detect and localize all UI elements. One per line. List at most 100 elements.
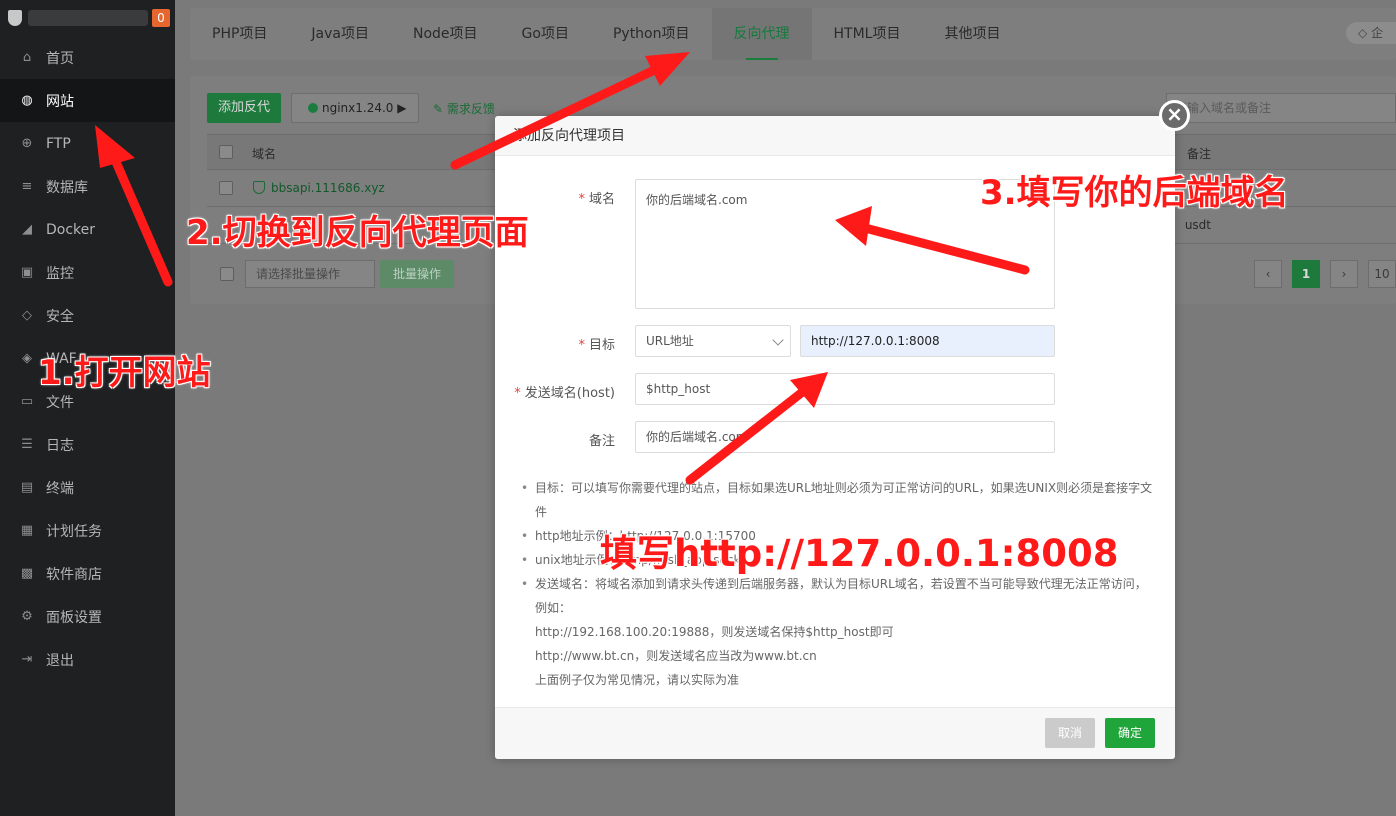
sidebar-item-13[interactable]: ⚙ 面板设置 bbox=[0, 595, 175, 638]
sidebar-item-label: 监控 bbox=[46, 265, 74, 282]
globe-icon: ◍ bbox=[21, 92, 33, 108]
sidebar-item-0[interactable]: ⌂ 首页 bbox=[0, 36, 175, 79]
database-icon: ≡ bbox=[21, 178, 33, 194]
sidebar-item-label: 计划任务 bbox=[46, 523, 102, 540]
sidebar-item-label: FTP bbox=[46, 135, 71, 152]
annotation-step3: 3.填写你的后端域名 bbox=[980, 173, 1289, 213]
page-next-button[interactable]: › bbox=[1330, 260, 1358, 288]
sidebar-item-6[interactable]: ◇ 安全 bbox=[0, 294, 175, 337]
chevron-down-icon bbox=[772, 334, 784, 346]
help-item: http://www.bt.cn，则发送域名应当改为www.bt.cn bbox=[535, 649, 817, 663]
help-item: http://192.168.100.20:19888，则发送域名保持$http… bbox=[535, 625, 894, 639]
row-domain-link[interactable]: bbsapi.111686.xyz bbox=[271, 181, 385, 195]
sidebar-item-label: 软件商店 bbox=[46, 566, 102, 583]
sidebar-item-label: 首页 bbox=[46, 50, 74, 67]
sidebar-item-14[interactable]: ⇥ 退出 bbox=[0, 638, 175, 681]
ssl-shield-icon bbox=[253, 181, 265, 194]
sidebar-item-label: 面板设置 bbox=[46, 609, 102, 626]
row-note[interactable]: usdt bbox=[1185, 218, 1211, 232]
help-item: 目标：可以填写你需要代理的站点，目标如果选URL地址则必须为可正常访问的URL，… bbox=[517, 476, 1157, 524]
add-proxy-button[interactable]: 添加反代 bbox=[207, 93, 281, 123]
sidebar-item-label: 文件 bbox=[46, 394, 74, 411]
sidebar-item-label: 日志 bbox=[46, 437, 74, 454]
tab-4[interactable]: Python项目 bbox=[591, 8, 712, 60]
annotation-step1: 1.打开网站 bbox=[38, 353, 211, 393]
sidebar-item-11[interactable]: ▦ 计划任务 bbox=[0, 509, 175, 552]
remark-label: 备注 bbox=[588, 434, 615, 449]
sidebar-item-3[interactable]: ≡ 数据库 bbox=[0, 165, 175, 208]
target-label: * 目标 bbox=[578, 338, 615, 353]
vip-badge[interactable]: ◇ 企 bbox=[1346, 22, 1396, 44]
project-tabs: PHP项目 Java项目 Node项目 Go项目 Python项目 反向代理 HTML项目其… bbox=[190, 8, 1396, 60]
terminal-icon: ▤ bbox=[20, 479, 34, 495]
confirm-button[interactable]: 确定 bbox=[1105, 718, 1155, 748]
annotation-step2: 2.切换到反向代理页面 bbox=[186, 213, 529, 253]
dialog-footer: 取消 确定 bbox=[495, 707, 1175, 759]
folder-icon: ▭ bbox=[20, 393, 34, 409]
sidebar-item-label: 网站 bbox=[46, 93, 74, 110]
bulk-checkbox[interactable] bbox=[220, 267, 234, 281]
ftp-icon: ⊕ bbox=[21, 135, 33, 151]
server-name-blurred bbox=[28, 10, 148, 26]
remark-input[interactable]: 你的后端域名.com bbox=[635, 421, 1055, 453]
sidebar-header: 0 bbox=[0, 0, 175, 36]
page-size-select[interactable]: 10 bbox=[1368, 260, 1396, 288]
help-item: 发送域名：将域名添加到请求头传递到后端服务器，默认为目标URL域名，若设置不当可… bbox=[517, 572, 1157, 620]
row-checkbox[interactable] bbox=[219, 181, 233, 195]
logout-icon: ⇥ bbox=[21, 651, 33, 667]
sidebar-item-label: 数据库 bbox=[46, 179, 88, 196]
search-input[interactable]: 请输入域名或备注 bbox=[1166, 93, 1396, 123]
log-icon: ☰ bbox=[21, 436, 33, 452]
pagination: ‹ 1 › 10 bbox=[1254, 260, 1396, 288]
monitor-icon: ▣ bbox=[20, 264, 34, 280]
sidebar-item-1[interactable]: ◍ 网站 bbox=[0, 79, 175, 122]
sidebar-item-label: 终端 bbox=[46, 480, 74, 497]
edit-icon: ✎ bbox=[433, 102, 447, 116]
sidebar-item-label: 安全 bbox=[46, 308, 74, 325]
diamond-icon: ◇ bbox=[1358, 26, 1368, 40]
sidebar-item-9[interactable]: ☰ 日志 bbox=[0, 423, 175, 466]
sidebar-item-10[interactable]: ▤ 终端 bbox=[0, 466, 175, 509]
bulk-action-select[interactable]: 请选择批量操作 bbox=[245, 260, 375, 288]
close-icon[interactable]: × bbox=[1159, 100, 1190, 131]
target-type-select[interactable]: URL地址 bbox=[635, 325, 791, 357]
notification-badge[interactable]: 0 bbox=[152, 9, 170, 27]
tab-7[interactable]: 其他项目 bbox=[922, 8, 1022, 60]
column-domain: 域名 bbox=[252, 147, 277, 161]
sidebar-item-label: Docker bbox=[46, 221, 96, 238]
tab-6[interactable]: HTML项目 bbox=[812, 8, 923, 60]
sidebar: 0 ⌂ 首页 ◍ 网站 ⊕ FTP ≡ 数据库 ◢ Docker ▣ 监控 ◇ 安全 ◈ WAF ▭ 文件 ☰ 日志 ▤… bbox=[0, 0, 175, 816]
tab-3[interactable]: Go项目 bbox=[500, 8, 591, 60]
sidebar-item-4[interactable]: ◢ Docker bbox=[0, 208, 175, 251]
sidebar-item-5[interactable]: ▣ 监控 bbox=[0, 251, 175, 294]
store-icon: ▩ bbox=[20, 565, 34, 581]
bulk-action-button[interactable]: 批量操作 bbox=[380, 260, 454, 288]
settings-icon: ⚙ bbox=[21, 608, 33, 624]
page-prev-button[interactable]: ‹ bbox=[1254, 260, 1282, 288]
help-item: 上面例子仅为常见情况，请以实际为准 bbox=[535, 673, 740, 687]
target-url-input[interactable]: http://127.0.0.1:8008 bbox=[800, 325, 1055, 357]
nginx-status-icon bbox=[308, 103, 318, 113]
cron-icon: ▦ bbox=[20, 522, 34, 538]
nginx-version-button[interactable]: nginx1.24.0 ▶ bbox=[291, 93, 419, 123]
tab-0[interactable]: PHP项目 bbox=[190, 8, 289, 60]
page-current[interactable]: 1 bbox=[1292, 260, 1320, 288]
host-label: * 发送域名(host) bbox=[514, 386, 615, 401]
host-input[interactable]: $http_host bbox=[635, 373, 1055, 405]
select-all-checkbox[interactable] bbox=[219, 145, 233, 159]
annotation-step4: 填写http://127.0.0.1:8008 bbox=[600, 532, 1119, 575]
tab-1[interactable]: Java项目 bbox=[289, 8, 391, 60]
dialog-title: 添加反向代理项目 bbox=[495, 116, 1175, 156]
cancel-button[interactable]: 取消 bbox=[1045, 718, 1095, 748]
column-note: 备注 bbox=[1186, 147, 1211, 161]
help-notes: 目标：可以填写你需要代理的站点，目标如果选URL地址则必须为可正常访问的URL，… bbox=[517, 476, 1157, 692]
feedback-link[interactable]: ✎ 需求反馈 bbox=[433, 100, 495, 117]
sidebar-item-2[interactable]: ⊕ FTP bbox=[0, 122, 175, 165]
sidebar-item-12[interactable]: ▩ 软件商店 bbox=[0, 552, 175, 595]
tab-2[interactable]: Node项目 bbox=[391, 8, 500, 60]
home-icon: ⌂ bbox=[22, 49, 32, 65]
shield-icon: ◇ bbox=[22, 307, 32, 323]
sidebar-item-label: 退出 bbox=[46, 652, 74, 669]
tab-5[interactable]: 反向代理 bbox=[711, 8, 812, 60]
domain-label: * 域名 bbox=[578, 192, 615, 207]
